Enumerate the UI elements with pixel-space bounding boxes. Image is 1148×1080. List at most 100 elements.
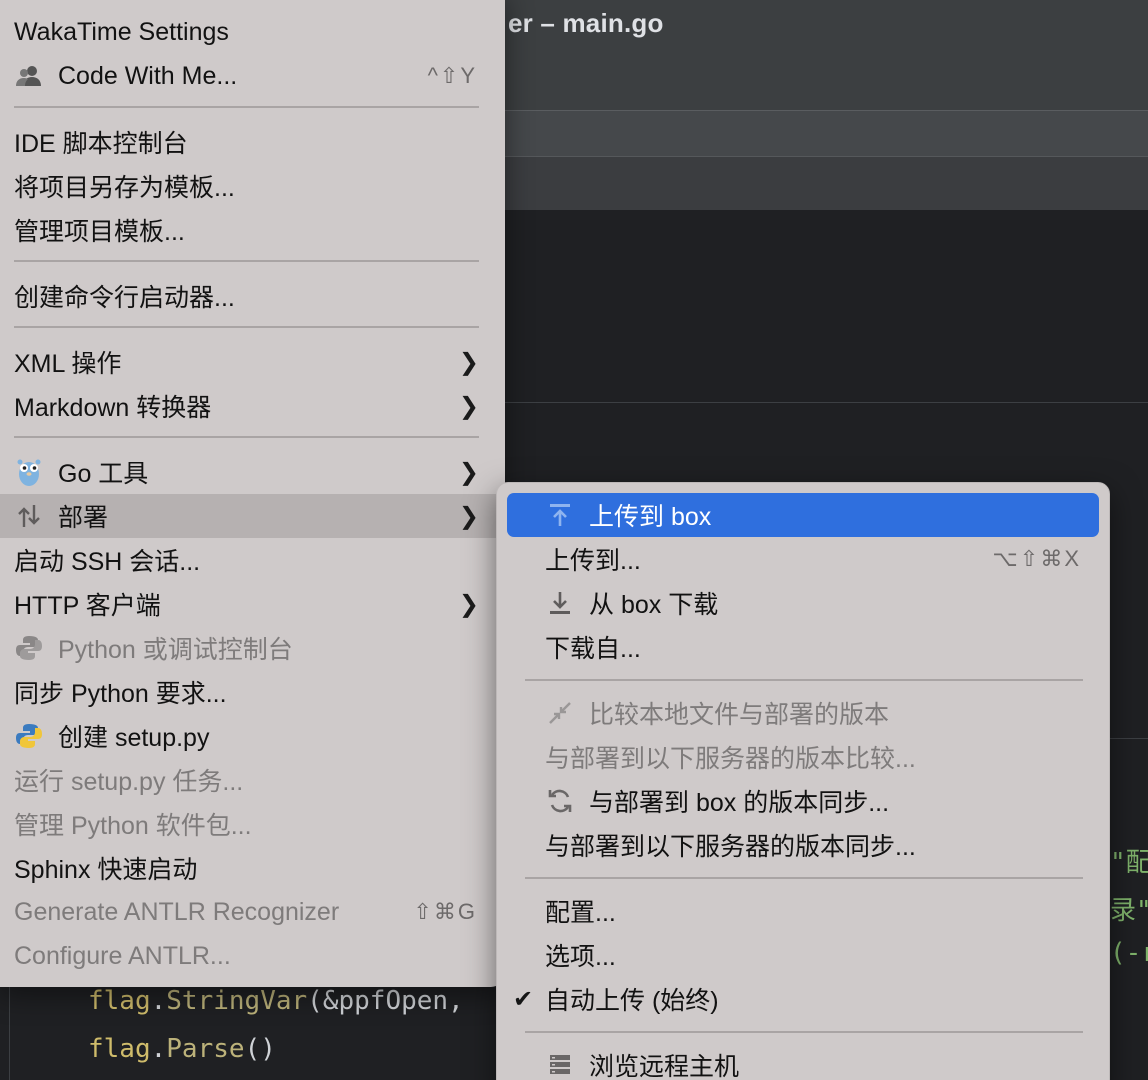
menu-item-browse-remote-host[interactable]: 浏览远程主机 — [497, 1043, 1109, 1080]
code-fragment: "配 — [1110, 848, 1148, 878]
code-line[interactable]: flag.StringVar(&ppfOpen, — [88, 986, 464, 1016]
sync-icon — [545, 786, 575, 816]
tools-menu: WakaTime Settings Code With Me... ^⇧Y ID… — [0, 0, 505, 987]
chevron-right-icon: ❯ — [458, 348, 479, 376]
menu-item-label: 启动 SSH 会话... — [14, 548, 201, 576]
menu-item-label: 上传到... — [545, 547, 641, 575]
menu-item-label: Python 或调试控制台 — [58, 636, 293, 664]
menu-item-label: 与部署到以下服务器的版本同步... — [545, 833, 916, 861]
shortcut-label: ^⇧Y — [427, 63, 477, 88]
code-line[interactable]: flag.Parse() — [88, 1034, 276, 1064]
menu-item-options[interactable]: 选项... — [497, 933, 1109, 977]
menu-separator — [525, 877, 1083, 879]
menu-item-upload-to[interactable]: 上传到... ⌥⇧⌘X — [497, 537, 1109, 581]
menu-item-label: 管理项目模板... — [14, 218, 185, 246]
deploy-arrows-icon — [14, 501, 44, 531]
compare-icon — [545, 698, 575, 728]
menu-item-label: Sphinx 快速启动 — [14, 856, 198, 884]
shortcut-label: ⇧⌘G — [413, 899, 477, 924]
menu-separator — [14, 436, 479, 438]
menu-item-label: 上传到 box — [589, 503, 712, 531]
menu-item-label: XML 操作 — [14, 350, 122, 378]
menu-item-auto-upload[interactable]: ✔ 自动上传 (始终) — [497, 977, 1109, 1021]
window-title: er – main.go — [508, 8, 664, 38]
menu-item-label: Configure ANTLR... — [14, 941, 231, 970]
editor-gutter — [0, 980, 10, 1080]
gopher-icon — [14, 457, 44, 487]
checkmark-icon: ✔ — [513, 985, 534, 1013]
chevron-right-icon: ❯ — [458, 458, 479, 486]
menu-item-sphinx-quickstart[interactable]: Sphinx 快速启动 — [0, 846, 505, 890]
deployment-submenu: 上传到 box 上传到... ⌥⇧⌘X 从 box 下载 下载自... 比较本地… — [496, 482, 1110, 1080]
menu-separator — [14, 326, 479, 328]
menu-item-compare-with-server[interactable]: 与部署到以下服务器的版本比较... — [497, 735, 1109, 779]
menu-separator — [525, 1031, 1083, 1033]
code-fragment: (-r — [1110, 938, 1148, 968]
menu-item-label: 同步 Python 要求... — [14, 680, 227, 708]
menu-item-generate-antlr-recognizer[interactable]: Generate ANTLR Recognizer ⇧⌘G — [0, 890, 505, 934]
shortcut-label: ⌥⇧⌘X — [992, 546, 1081, 571]
menu-item-label: 比较本地文件与部署的版本 — [589, 701, 890, 729]
chevron-right-icon: ❯ — [458, 590, 479, 618]
menu-item-label: 运行 setup.py 任务... — [14, 768, 244, 796]
menu-item-label: WakaTime Settings — [14, 17, 229, 46]
server-icon — [545, 1050, 575, 1080]
menu-item-ide-script-console[interactable]: IDE 脚本控制台 — [0, 120, 505, 164]
menu-item-go-tools[interactable]: Go 工具 ❯ — [0, 450, 505, 494]
menu-item-download-from-box[interactable]: 从 box 下载 — [497, 581, 1109, 625]
menu-item-configuration[interactable]: 配置... — [497, 889, 1109, 933]
menu-item-configure-antlr[interactable]: Configure ANTLR... — [0, 934, 505, 978]
menu-item-create-setup-py[interactable]: 创建 setup.py — [0, 714, 505, 758]
menu-item-xml-actions[interactable]: XML 操作 ❯ — [0, 340, 505, 384]
menu-item-label: IDE 脚本控制台 — [14, 130, 188, 158]
menu-item-run-setup-py-task[interactable]: 运行 setup.py 任务... — [0, 758, 505, 802]
upload-icon — [545, 500, 575, 530]
menu-item-sync-with-server[interactable]: 与部署到以下服务器的版本同步... — [497, 823, 1109, 867]
menu-item-label: 下载自... — [545, 635, 641, 663]
menu-item-label: 从 box 下载 — [589, 591, 719, 619]
menu-separator — [14, 106, 479, 108]
menu-item-label: 自动上传 (始终) — [545, 987, 719, 1015]
menu-item-label: 管理 Python 软件包... — [14, 812, 252, 840]
menu-item-label: 创建 setup.py — [58, 724, 210, 752]
menu-item-label: Generate ANTLR Recognizer — [14, 897, 340, 926]
menu-item-save-as-template[interactable]: 将项目另存为模板... — [0, 164, 505, 208]
menu-item-python-console[interactable]: Python 或调试控制台 — [0, 626, 505, 670]
menu-item-manage-templates[interactable]: 管理项目模板... — [0, 208, 505, 252]
menu-item-start-ssh-session[interactable]: 启动 SSH 会话... — [0, 538, 505, 582]
menu-item-markdown-converter[interactable]: Markdown 转换器 ❯ — [0, 384, 505, 428]
menu-item-label: HTTP 客户端 — [14, 592, 161, 620]
menu-item-sync-with-box[interactable]: 与部署到 box 的版本同步... — [497, 779, 1109, 823]
menu-item-compare-local-with-deployed[interactable]: 比较本地文件与部署的版本 — [497, 691, 1109, 735]
chevron-right-icon: ❯ — [458, 502, 479, 530]
menu-item-upload-to-box[interactable]: 上传到 box — [507, 493, 1099, 537]
menu-item-label: 与部署到以下服务器的版本比较... — [545, 745, 916, 773]
python-gray-icon — [14, 633, 44, 663]
code-fragment: 录") — [1110, 896, 1148, 926]
users-icon — [14, 61, 44, 91]
menu-item-manage-python-packages[interactable]: 管理 Python 软件包... — [0, 802, 505, 846]
menu-separator — [14, 260, 479, 262]
python-icon — [14, 721, 44, 751]
menu-item-label: 将项目另存为模板... — [14, 174, 235, 202]
menu-item-deployment[interactable]: 部署 ❯ — [0, 494, 505, 538]
menu-item-create-cli-launcher[interactable]: 创建命令行启动器... — [0, 274, 505, 318]
menu-item-label: 部署 — [58, 504, 109, 532]
menu-item-download-from[interactable]: 下载自... — [497, 625, 1109, 669]
download-icon — [545, 588, 575, 618]
menu-item-label: 配置... — [545, 899, 616, 927]
menu-item-wakatime-settings[interactable]: WakaTime Settings — [0, 10, 505, 54]
menu-item-label: 创建命令行启动器... — [14, 284, 235, 312]
menu-item-label: 浏览远程主机 — [589, 1053, 740, 1080]
menu-item-label: 选项... — [545, 943, 616, 971]
editor-divider — [505, 402, 1148, 403]
menu-item-label: Markdown 转换器 — [14, 394, 212, 422]
menu-item-code-with-me[interactable]: Code With Me... ^⇧Y — [0, 54, 505, 98]
menu-item-sync-python-requirements[interactable]: 同步 Python 要求... — [0, 670, 505, 714]
chevron-right-icon: ❯ — [458, 392, 479, 420]
menu-item-http-client[interactable]: HTTP 客户端 ❯ — [0, 582, 505, 626]
menu-separator — [525, 679, 1083, 681]
menu-item-label: Code With Me... — [58, 61, 238, 90]
menu-item-label: Go 工具 — [58, 460, 149, 488]
menu-item-label: 与部署到 box 的版本同步... — [589, 789, 890, 817]
